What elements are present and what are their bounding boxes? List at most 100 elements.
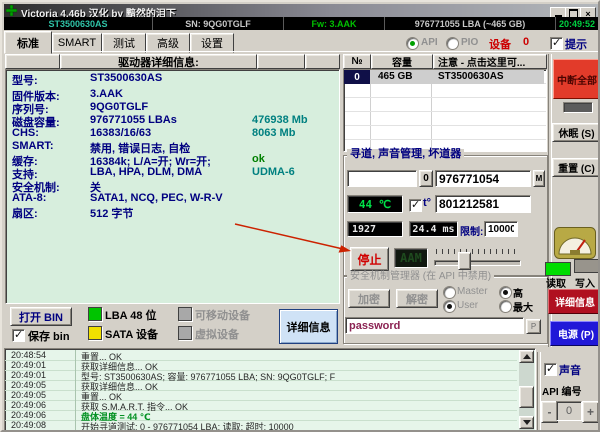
sata-indicator (88, 326, 102, 340)
seek-time-display: 24.4 ms (409, 221, 458, 237)
drive-table-header[interactable]: № 容量 注意 - 点击这里可... (343, 54, 547, 69)
tab-smart[interactable]: SMART (52, 33, 102, 53)
removable-indicator (178, 307, 192, 321)
capacity-value: 976771055 LBAs (90, 114, 177, 126)
lba48-label: LBA 48 位 (105, 307, 157, 323)
decrypt-button[interactable]: 解密 (396, 289, 438, 308)
api-radio-label: API (421, 37, 438, 48)
read-led-label: 读取 (546, 275, 566, 290)
seek-end-input[interactable] (435, 170, 531, 187)
drive-row-note: ST3500630AS (438, 71, 504, 82)
reset-button[interactable]: 重置 (C) (552, 158, 600, 177)
high-radio[interactable] (499, 286, 512, 299)
sector-value: 512 字节 (90, 205, 133, 221)
max-lba-button[interactable]: M (533, 170, 545, 187)
master-radio-label: Master (457, 286, 488, 297)
status-lba: 976771055 LBA (~465 GB) (385, 17, 556, 30)
user-radio[interactable] (443, 300, 456, 313)
read-led (545, 262, 571, 276)
api-number-label: API 编号 (542, 383, 581, 398)
gauge-icon (554, 227, 596, 259)
device-number: 0 (523, 36, 529, 48)
seek-start-input[interactable] (347, 170, 417, 187)
tab-setup[interactable]: 设置 (190, 33, 234, 53)
passport-header: 驱动器详细信息: (5, 54, 340, 69)
chs-mb: 8063 Mb (252, 127, 295, 139)
title-bar[interactable]: Victoria 4.46b 汉化 by 黯然的泪下 × (4, 4, 598, 17)
api-radio[interactable] (406, 37, 419, 50)
scroll-thumb[interactable] (519, 386, 534, 408)
break-all-button[interactable]: 中断全部 (553, 59, 600, 99)
user-radio-label: User (457, 300, 478, 311)
temperature-display: 44 ℃ (347, 195, 403, 213)
status-serial: SN: 9QG0TGLF (153, 17, 284, 30)
tab-standard[interactable]: 标准 (4, 31, 52, 54)
device-label: 设备 (489, 36, 511, 52)
details-button[interactable]: 详细信息 (548, 289, 600, 314)
write-led (574, 259, 600, 273)
seek-group-title: 寻道, 声音管理, 坏道器 (347, 149, 464, 160)
firmware-value: 3.AAK (90, 88, 123, 100)
drive-table-body: 0 465 GB ST3500630AS (343, 69, 547, 152)
hint-label: 提示 (565, 36, 587, 52)
chs-value: 16383/16/63 (90, 127, 151, 139)
max-radio[interactable] (499, 300, 512, 313)
sound-label: 声音 (559, 362, 581, 378)
api-number-plus-button[interactable]: + (582, 401, 599, 423)
temperature-checkbox-label: t° (423, 197, 431, 209)
max-radio-label: 最大 (513, 299, 533, 314)
serial-value: 9QG0TGLF (90, 101, 148, 113)
virtual-indicator (178, 326, 192, 340)
encrypt-button[interactable]: 加密 (348, 289, 390, 308)
app-icon (6, 5, 17, 16)
temperature-checkbox[interactable] (409, 199, 422, 212)
aam-slider[interactable] (434, 247, 521, 269)
save-bin-checkbox[interactable] (12, 329, 25, 342)
passport-details-button[interactable]: 详细信息 (279, 309, 338, 344)
support-value: LBA, HPA, DLM, DMA (90, 166, 202, 178)
pass-counter-display: 1927 (347, 221, 403, 237)
sound-checkbox[interactable] (544, 363, 557, 376)
scroll-down-button[interactable] (519, 416, 534, 429)
power-button[interactable]: 电源 (P) (550, 321, 600, 346)
password-input[interactable] (345, 317, 524, 334)
udma-value: UDMA-6 (252, 166, 295, 178)
open-bin-button[interactable]: 打开 BIN (10, 307, 72, 326)
position-input[interactable] (435, 195, 531, 213)
ata8-value: SATA1, NCQ, PEC, W-R-V (90, 192, 223, 204)
limit-input[interactable] (484, 221, 518, 237)
log-area[interactable]: 20:48:54重置... OK 20:49:01获取详细信息... OK 20… (4, 348, 536, 432)
master-radio[interactable] (443, 286, 456, 299)
drive-row[interactable]: 0 465 GB ST3500630AS (344, 70, 544, 84)
sleep-button[interactable]: 休眠 (S) (552, 123, 600, 142)
stop-button[interactable]: 停止 (350, 247, 389, 271)
pio-radio-label: PIO (461, 37, 478, 48)
capacity-mb: 476938 Mb (252, 114, 308, 126)
drive-row-capacity: 465 GB (378, 71, 412, 82)
lba48-indicator (88, 307, 102, 321)
aam-display: AAM (394, 248, 428, 268)
slider-thumb[interactable] (458, 252, 471, 270)
limit-label: 限制: (460, 223, 483, 238)
passport-panel: 型号:ST3500630AS 固件版本:3.AAK 序列号:9QG0TGLF 磁… (5, 69, 340, 304)
busy-indicator (563, 102, 593, 113)
sata-label: SATA 设备 (105, 326, 158, 342)
hint-checkbox[interactable] (550, 37, 563, 50)
tab-test[interactable]: 测试 (102, 33, 146, 53)
zero-button[interactable]: 0 (419, 170, 433, 187)
status-model: ST3500630AS (4, 17, 153, 30)
removable-label: 可移动设备 (195, 307, 250, 323)
drive-row-number: 0 (344, 70, 370, 84)
tab-advanced[interactable]: 高级 (146, 33, 190, 53)
scroll-up-button[interactable] (519, 350, 534, 363)
pio-radio[interactable] (446, 37, 459, 50)
slider-track (434, 260, 521, 266)
status-strip: ST3500630AS SN: 9QG0TGLF Fw: 3.AAK 97677… (4, 17, 598, 30)
save-bin-label: 保存 bin (28, 328, 70, 344)
password-p-button[interactable]: P (526, 319, 541, 334)
model-value: ST3500630AS (90, 72, 162, 84)
cache-ok: ok (252, 153, 265, 165)
victoria-window: Victoria 4.46b 汉化 by 黯然的泪下 × ST3500630AS… (0, 0, 600, 432)
write-led-label: 写入 (575, 275, 595, 290)
log-scrollbar[interactable] (519, 350, 534, 430)
